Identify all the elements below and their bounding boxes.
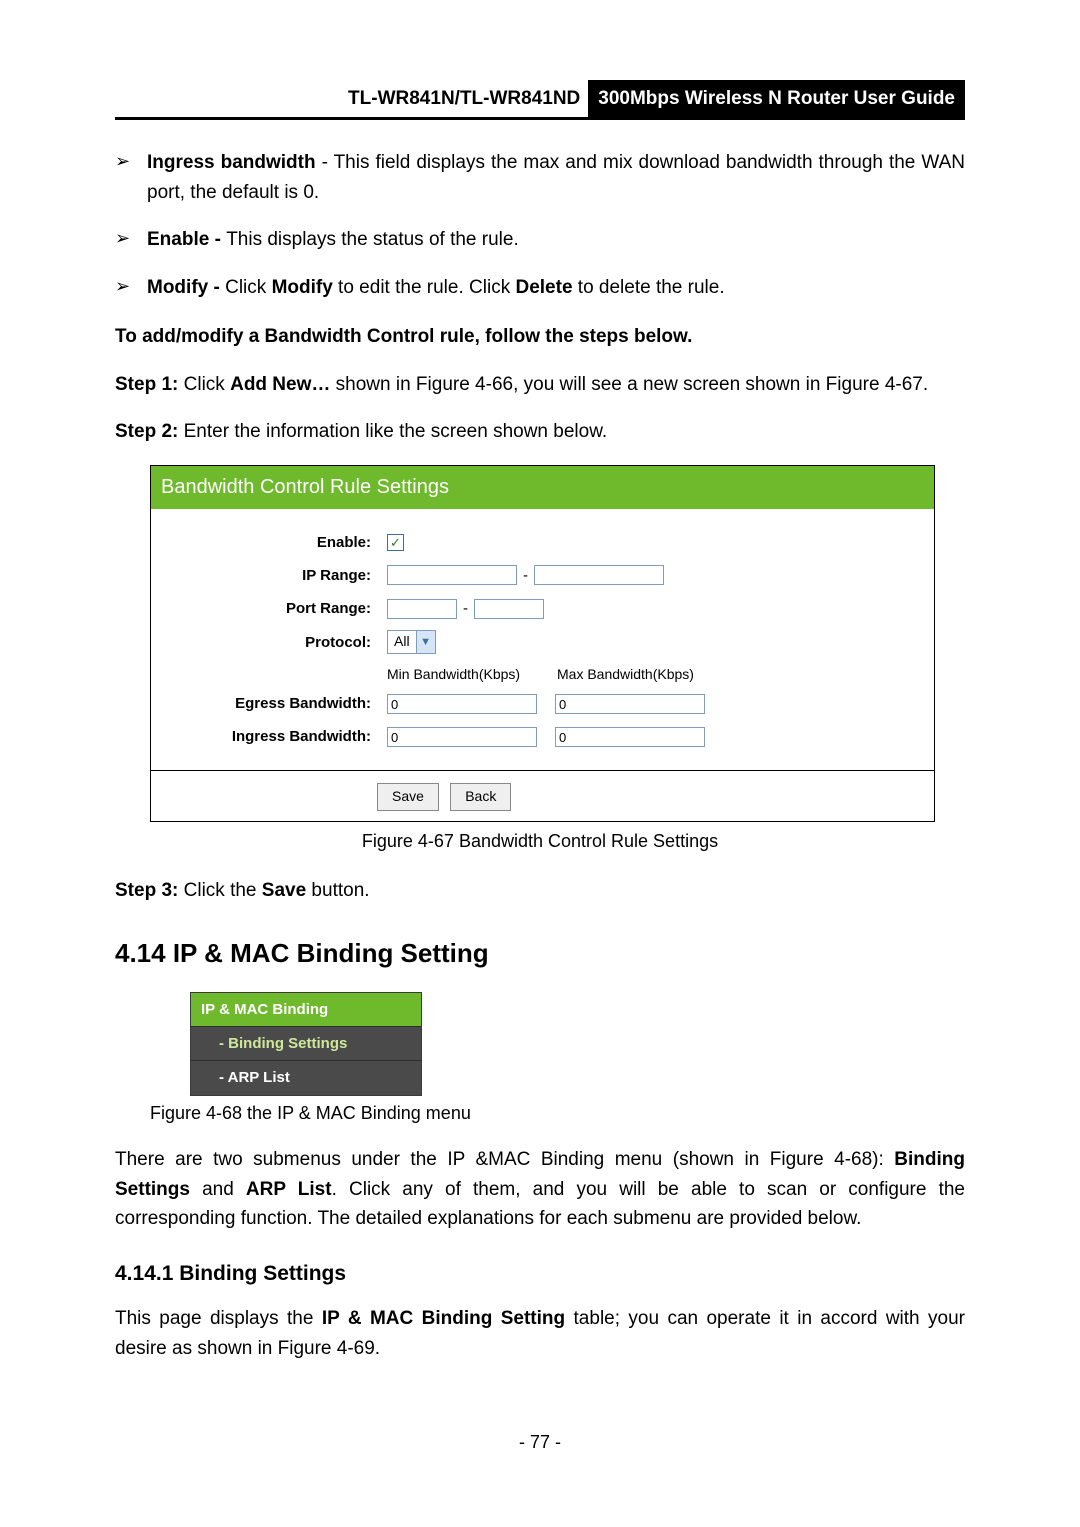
step2-label: Step 2: (115, 421, 178, 442)
step3-t1: Click the (178, 880, 261, 901)
protocol-value: All (388, 631, 416, 653)
bullet-modify-t1: Click (225, 277, 271, 298)
step3-label: Step 3: (115, 880, 178, 901)
iprange-dash: - (523, 564, 528, 587)
egress-min-input[interactable]: 0 (387, 694, 537, 714)
figure-4-68-caption: Figure 4-68 the IP & MAC Binding menu (150, 1100, 965, 1128)
p4141-t1: This page displays the (115, 1308, 322, 1329)
step-2: Step 2: Enter the information like the s… (115, 417, 965, 446)
bullet-ingress-label: Ingress bandwidth (147, 152, 316, 173)
row-enable: Enable: ✓ (161, 531, 924, 554)
row-portrange: Port Range: - (161, 597, 924, 620)
p414-b2: ARP List (246, 1179, 332, 1200)
back-button[interactable]: Back (450, 783, 511, 811)
ingress-max-input[interactable]: 0 (555, 727, 705, 747)
menu-header[interactable]: IP & MAC Binding (191, 993, 421, 1026)
section-4-14-1-text: This page displays the IP & MAC Binding … (115, 1304, 965, 1363)
p414-t2: and (190, 1179, 246, 1200)
bullet-enable: Enable - This displays the status of the… (115, 225, 965, 254)
figure-4-67-caption: Figure 4-67 Bandwidth Control Rule Setti… (115, 828, 965, 856)
bullet-modify-t2: to edit the rule. Click (333, 277, 516, 298)
step3-t2: button. (306, 880, 369, 901)
step1-t2: shown in Figure 4-66, you will see a new… (330, 374, 928, 395)
ip-mac-binding-menu: IP & MAC Binding - Binding Settings - AR… (190, 992, 422, 1096)
step-3: Step 3: Click the Save button. (115, 876, 965, 905)
row-protocol: Protocol: All ▼ (161, 630, 924, 654)
section-4-14-1-heading: 4.14.1 Binding Settings (115, 1258, 965, 1291)
egress-max-input[interactable]: 0 (555, 694, 705, 714)
header-title: 300Mbps Wireless N Router User Guide (588, 80, 965, 117)
bandwidth-rule-panel: Bandwidth Control Rule Settings Enable: … (150, 465, 935, 823)
step-1: Step 1: Click Add New… shown in Figure 4… (115, 370, 965, 399)
label-ingress: Ingress Bandwidth: (161, 725, 387, 748)
bullet-modify-b1: Modify (272, 277, 333, 298)
page-header: TL-WR841N/TL-WR841ND 300Mbps Wireless N … (115, 80, 965, 120)
protocol-select[interactable]: All ▼ (387, 630, 436, 654)
row-ingress: Ingress Bandwidth: 0 0 (161, 725, 924, 748)
step1-b1: Add New… (230, 374, 330, 395)
label-iprange: IP Range: (161, 564, 387, 587)
label-portrange: Port Range: (161, 597, 387, 620)
bullet-modify-label: Modify - (147, 277, 225, 298)
label-egress: Egress Bandwidth: (161, 692, 387, 715)
step1-label: Step 1: (115, 374, 178, 395)
bullet-enable-text: This displays the status of the rule. (226, 229, 519, 250)
header-model: TL-WR841N/TL-WR841ND (115, 80, 588, 117)
portrange-start-input[interactable] (387, 599, 457, 619)
enable-checkbox[interactable]: ✓ (387, 534, 404, 551)
panel-title: Bandwidth Control Rule Settings (151, 466, 934, 509)
bullet-enable-label: Enable - (147, 229, 226, 250)
step3-b1: Save (262, 880, 306, 901)
bullet-modify: Modify - Click Modify to edit the rule. … (115, 273, 965, 302)
p414-t1: There are two submenus under the IP &MAC… (115, 1149, 894, 1170)
row-iprange: IP Range: - (161, 564, 924, 587)
bullet-modify-t3: to delete the rule. (573, 277, 725, 298)
step1-t1: Click (178, 374, 230, 395)
label-enable: Enable: (161, 531, 387, 554)
ingress-min-input[interactable]: 0 (387, 727, 537, 747)
panel-footer: Save Back (151, 770, 934, 821)
chevron-down-icon: ▼ (416, 631, 435, 653)
p4141-b1: IP & MAC Binding Setting (322, 1308, 565, 1329)
add-modify-intro: To add/modify a Bandwidth Control rule, … (115, 322, 965, 351)
panel-body: Enable: ✓ IP Range: - Port Range: - Prot… (151, 509, 934, 771)
section-4-14-text: There are two submenus under the IP &MAC… (115, 1145, 965, 1233)
portrange-dash: - (463, 597, 468, 620)
menu-item-binding-settings[interactable]: - Binding Settings (191, 1026, 421, 1060)
bullet-ingress: Ingress bandwidth - This field displays … (115, 148, 965, 207)
iprange-end-input[interactable] (534, 565, 664, 585)
col-min: Min Bandwidth(Kbps) (387, 664, 557, 686)
section-4-14-heading: 4.14 IP & MAC Binding Setting (115, 933, 965, 973)
step2-text: Enter the information like the screen sh… (178, 421, 607, 442)
iprange-start-input[interactable] (387, 565, 517, 585)
bandwidth-column-headers: Min Bandwidth(Kbps) Max Bandwidth(Kbps) (161, 664, 924, 686)
label-protocol: Protocol: (161, 631, 387, 654)
page-number: - 77 - (0, 1429, 1080, 1457)
row-egress: Egress Bandwidth: 0 0 (161, 692, 924, 715)
col-max: Max Bandwidth(Kbps) (557, 664, 727, 686)
menu-item-arp-list[interactable]: - ARP List (191, 1060, 421, 1094)
feature-bullets: Ingress bandwidth - This field displays … (115, 148, 965, 302)
bullet-modify-b2: Delete (515, 277, 572, 298)
save-button[interactable]: Save (377, 783, 439, 811)
portrange-end-input[interactable] (474, 599, 544, 619)
